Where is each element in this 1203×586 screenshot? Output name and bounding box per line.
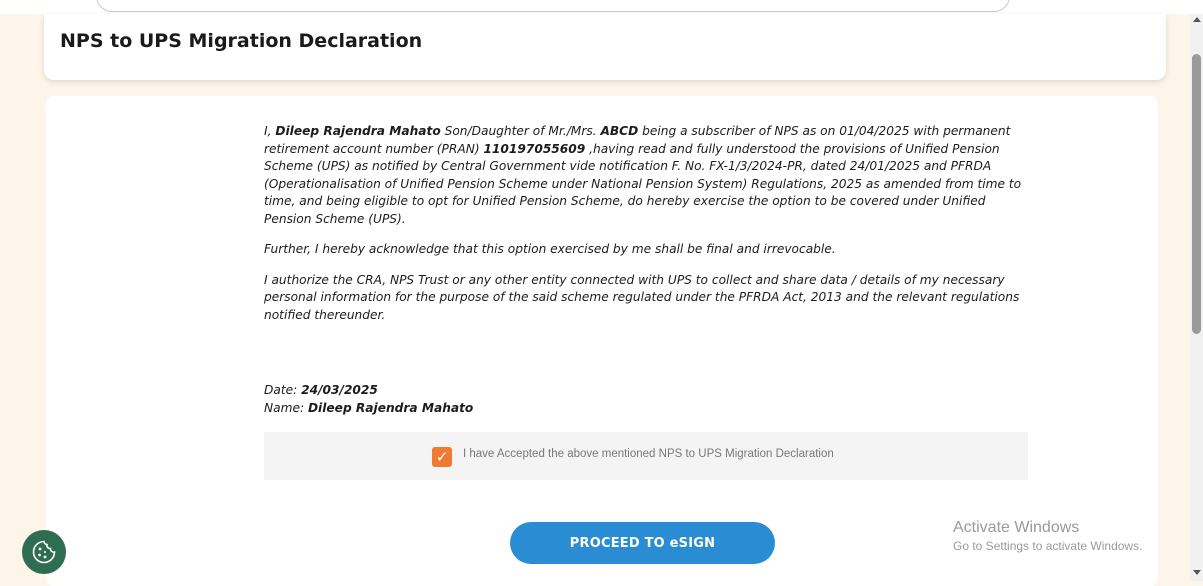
accept-checkbox[interactable]: ✓	[432, 447, 452, 467]
text: I,	[264, 124, 276, 138]
proceed-to-esign-button[interactable]: PROCEED TO eSIGN	[510, 522, 775, 564]
watermark-line-2: Go to Settings to activate Windows.	[953, 539, 1143, 553]
watermark-line-1: Activate Windows	[953, 519, 1080, 536]
date-line: Date: 24/03/2025	[264, 382, 473, 400]
page-title: NPS to UPS Migration Declaration	[60, 30, 423, 52]
name-label: Name:	[264, 400, 308, 415]
page-header: NPS to UPS Migration Declaration	[44, 14, 1166, 80]
cookie-icon	[32, 540, 56, 564]
parent-name: ABCD	[600, 124, 639, 138]
declaration-paragraph-3: I authorize the CRA, NPS Trust or any ot…	[264, 272, 1020, 322]
date-label: Date:	[264, 383, 302, 397]
text: Son/Daughter of Mr./Mrs.	[440, 124, 601, 138]
activate-windows-watermark: Activate Windows Go to Settings to activ…	[953, 519, 1142, 553]
scroll-up-arrow-icon[interactable]	[1193, 17, 1201, 22]
declaration-paragraph-2: Further, I hereby acknowledge that this …	[264, 242, 836, 256]
name-line: Name: Dileep Rajendra Mahato	[264, 400, 473, 418]
cookie-settings-button[interactable]	[22, 530, 66, 574]
vertical-scrollbar[interactable]	[1190, 14, 1203, 581]
accept-label[interactable]: I have Accepted the above mentioned NPS …	[463, 448, 834, 460]
date-value: 24/03/2025	[301, 383, 378, 397]
scroll-down-arrow-icon[interactable]	[1193, 570, 1201, 575]
name-value: Dileep Rajendra Mahato	[307, 400, 474, 415]
pran-number: 110197055609	[483, 141, 586, 156]
browser-top-strip	[0, 0, 1203, 14]
declaration-text: I, Dileep Rajendra Mahato Son/Daughter o…	[264, 123, 1034, 337]
declaration-paragraph-1: I, Dileep Rajendra Mahato Son/Daughter o…	[264, 123, 1034, 228]
scrollbar-thumb[interactable]	[1192, 54, 1201, 334]
check-icon: ✓	[435, 448, 449, 466]
declaration-meta: Date: 24/03/2025 Name: Dileep Rajendra M…	[264, 382, 473, 417]
address-bar[interactable]	[96, 0, 1010, 12]
subscriber-name: Dileep Rajendra Mahato	[275, 124, 441, 138]
acceptance-box: ✓ I have Accepted the above mentioned NP…	[264, 432, 1028, 480]
